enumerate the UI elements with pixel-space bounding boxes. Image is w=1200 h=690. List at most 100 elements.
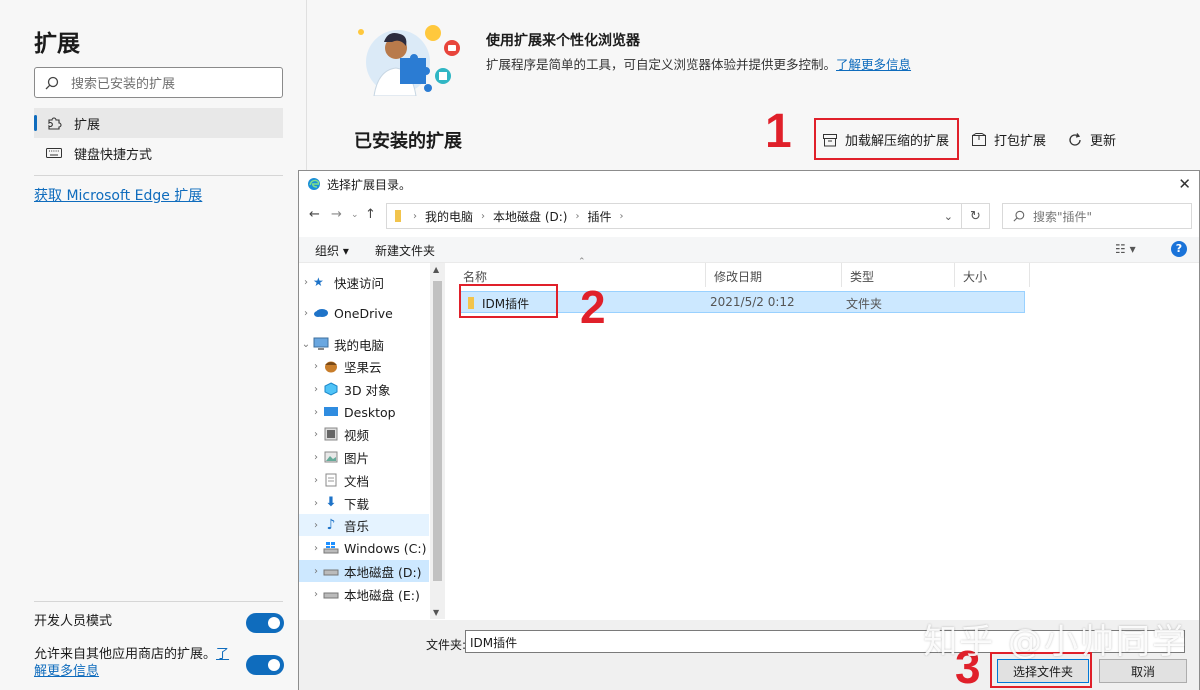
chevron-right-icon[interactable]: › <box>309 429 323 440</box>
scroll-down-icon[interactable]: ▼ <box>433 608 439 617</box>
tree-item-label: 图片 <box>344 450 370 466</box>
back-arrow-icon[interactable]: ← <box>309 207 320 222</box>
package-icon <box>972 132 986 146</box>
annotation-number-1: 1 <box>765 105 792 158</box>
chevron-down-icon[interactable]: ⌄ <box>944 210 953 223</box>
tree-item-videos[interactable]: › 视频 <box>299 423 429 445</box>
tree-item-desktop[interactable]: › Desktop <box>299 401 429 423</box>
tree-item-drive-d[interactable]: › 本地磁盘 (D:) <box>299 560 429 582</box>
tree-item-label: OneDrive <box>334 305 393 321</box>
chevron-right-icon[interactable]: › <box>309 589 323 600</box>
drive-icon <box>323 564 339 578</box>
breadcrumb-separator-icon: › <box>481 210 486 222</box>
divider <box>34 601 283 602</box>
dev-mode-toggle[interactable] <box>246 613 284 633</box>
tree-item-downloads[interactable]: › ⬇ 下载 <box>299 492 429 514</box>
chevron-right-icon[interactable]: › <box>309 361 323 372</box>
scrollbar-thumb[interactable] <box>433 281 442 581</box>
sidebar-title: 扩展 <box>34 31 80 57</box>
refresh-button[interactable]: ↻ <box>962 203 990 229</box>
breadcrumb-item[interactable]: 我的电脑 <box>425 208 473 225</box>
tree-item-label: 本地磁盘 (D:) <box>344 564 422 580</box>
nut-icon <box>323 359 339 373</box>
tree-item-jianguoyun[interactable]: › 坚果云 <box>299 355 429 377</box>
chevron-right-icon[interactable]: › <box>299 277 313 288</box>
chevron-right-icon[interactable]: › <box>309 498 323 509</box>
tree-scrollbar[interactable]: ▲ ▼ <box>430 263 445 619</box>
chevron-right-icon[interactable]: › <box>309 407 323 418</box>
tree-item-label: 我的电脑 <box>334 337 385 353</box>
windows-drive-icon <box>323 541 339 555</box>
breadcrumb-separator-icon: › <box>619 210 624 222</box>
picture-icon <box>323 450 339 464</box>
cloud-icon <box>313 306 329 320</box>
search-placeholder: 搜索已安装的扩展 <box>71 77 176 92</box>
breadcrumb-separator-icon: › <box>413 210 417 222</box>
chevron-right-icon[interactable]: › <box>309 566 323 577</box>
tree-item-pictures[interactable]: › 图片 <box>299 446 429 468</box>
chevron-right-icon[interactable]: › <box>309 520 323 531</box>
tree-item-documents[interactable]: › 文档 <box>299 469 429 491</box>
tree-item-drive-e[interactable]: › 本地磁盘 (E:) <box>299 583 429 605</box>
scroll-up-icon[interactable]: ▲ <box>433 265 439 274</box>
installed-title: 已安装的扩展 <box>354 131 462 152</box>
recent-chevron-icon[interactable]: ⌄ <box>351 210 359 220</box>
file-list: 名称 ⌃ 修改日期 类型 大小 IDM插件 2021/5/2 0:12 文件夹 <box>445 257 1199 619</box>
music-icon: ♪ <box>326 517 336 533</box>
hero-learn-more-link[interactable]: 了解更多信息 <box>836 57 911 72</box>
update-button[interactable]: 更新 <box>1067 130 1116 149</box>
puzzle-icon <box>48 117 62 130</box>
column-header-size[interactable]: 大小 <box>955 263 1030 287</box>
tree-item-this-pc[interactable]: ⌄ 我的电脑 <box>299 333 429 355</box>
breadcrumb-item[interactable]: 插件 <box>587 208 611 225</box>
tree-item-quick-access[interactable]: › ★ 快速访问 <box>299 271 429 293</box>
forward-arrow-icon[interactable]: → <box>331 207 342 222</box>
chevron-down-icon[interactable]: ⌄ <box>299 339 313 350</box>
folder-picker-dialog: 选择扩展目录。 ✕ ← → ⌄ ↑ › 我的电脑 › 本地磁盘 (D:) › 插… <box>298 170 1200 690</box>
hero-desc-text: 扩展程序是简单的工具，可自定义浏览器体验并提供更多控制。 <box>486 57 837 72</box>
address-row: ← → ⌄ ↑ › 我的电脑 › 本地磁盘 (D:) › 插件 › ⌄ ↻ 搜索… <box>299 203 1199 229</box>
up-arrow-icon[interactable]: ↑ <box>365 207 376 222</box>
organize-button[interactable]: 组织 ▾ <box>315 242 349 259</box>
help-icon[interactable]: ? <box>1171 241 1187 257</box>
sidebar: 扩展 搜索已安装的扩展 扩展 键盘快捷方式 获取 Microsoft Edge … <box>0 0 307 690</box>
computer-icon <box>313 337 329 351</box>
search-input[interactable]: 搜索已安装的扩展 <box>34 67 283 98</box>
pack-extension-button[interactable]: 打包扩展 <box>971 130 1046 149</box>
column-header-type[interactable]: 类型 <box>842 263 955 287</box>
update-label: 更新 <box>1090 134 1117 149</box>
chevron-right-icon[interactable]: › <box>309 543 323 554</box>
folder-icon <box>395 210 401 222</box>
tree-item-drive-c[interactable]: › Windows (C:) <box>299 537 429 559</box>
sidebar-item-extensions[interactable]: 扩展 <box>34 108 283 138</box>
file-date: 2021/5/2 0:12 <box>710 295 795 309</box>
folder-search-placeholder: 搜索"插件" <box>1033 209 1093 224</box>
hero-title: 使用扩展来个性化浏览器 <box>486 33 640 49</box>
get-extensions-link[interactable]: 获取 Microsoft Edge 扩展 <box>34 185 202 205</box>
sort-chevron-icon: ⌃ <box>578 257 586 267</box>
tree-item-music[interactable]: › ♪ 音乐 <box>299 514 429 536</box>
column-header-date[interactable]: 修改日期 <box>706 263 842 287</box>
sidebar-item-shortcuts[interactable]: 键盘快捷方式 <box>34 138 283 168</box>
download-icon: ⬇ <box>325 495 337 510</box>
dev-mode-row: 开发人员模式 <box>34 613 284 633</box>
close-icon[interactable]: ✕ <box>1178 175 1191 193</box>
tree-item-label: 音乐 <box>344 518 370 534</box>
chevron-right-icon[interactable]: › <box>309 452 323 463</box>
address-bar[interactable]: › 我的电脑 › 本地磁盘 (D:) › 插件 › ⌄ <box>386 203 962 229</box>
chevron-right-icon[interactable]: › <box>309 475 323 486</box>
other-stores-toggle[interactable] <box>246 655 284 675</box>
tree-item-onedrive[interactable]: › OneDrive <box>299 302 429 324</box>
chevron-right-icon[interactable]: › <box>299 308 313 319</box>
document-icon <box>323 473 339 487</box>
chevron-right-icon[interactable]: › <box>309 384 323 395</box>
view-options-icon[interactable]: ☷ ▾ <box>1115 242 1136 256</box>
tree-item-3d-objects[interactable]: › 3D 对象 <box>299 378 429 400</box>
breadcrumb-item[interactable]: 本地磁盘 (D:) <box>493 208 567 225</box>
video-icon <box>323 427 339 441</box>
file-type: 文件夹 <box>846 297 883 311</box>
folder-search-input[interactable]: 搜索"插件" <box>1002 203 1192 229</box>
new-folder-button[interactable]: 新建文件夹 <box>375 242 435 259</box>
hero-description: 扩展程序是简单的工具，可自定义浏览器体验并提供更多控制。了解更多信息 <box>486 54 911 73</box>
other-stores-label: 允许来自其他应用商店的扩展。 <box>34 647 217 662</box>
